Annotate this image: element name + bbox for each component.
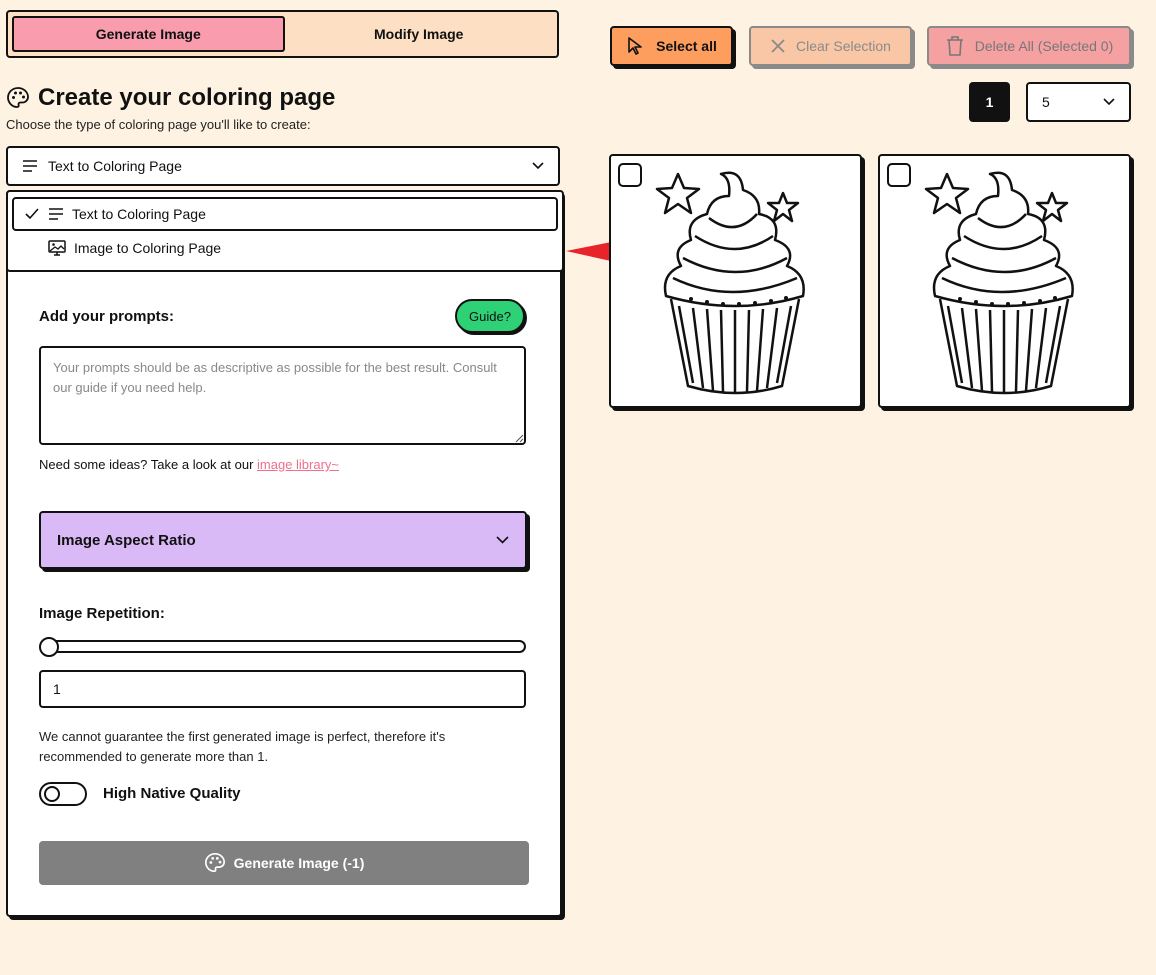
resize-handle-icon[interactable] [514,433,524,443]
menu-item-label: Image to Coloring Page [74,240,222,256]
current-page-button[interactable]: 1 [969,82,1010,122]
lines-icon [23,160,37,172]
image-monitor-icon [48,240,66,256]
ideas-label: Need some ideas? Take a look at our [39,457,258,472]
repetition-note: We cannot guarantee the first generated … [39,729,446,764]
page-title: Create your coloring page [38,84,336,111]
select-all-label: Select all [656,38,717,54]
coloring-type-value: Text to Coloring Page [48,158,182,174]
lines-icon [49,208,63,220]
high-quality-toggle[interactable] [39,782,87,806]
aspect-ratio-label: Image Aspect Ratio [57,531,196,549]
result-checkbox[interactable] [618,163,642,187]
generate-image-label: Generate Image (-1) [233,855,365,871]
prompt-input[interactable] [39,346,526,445]
palette-icon [7,87,29,108]
page-subtitle: Choose the type of coloring page you'll … [6,117,311,132]
close-icon [771,39,785,53]
coloring-type-select[interactable]: Text to Coloring Page [6,146,560,186]
guide-button[interactable]: Guide? [455,299,525,333]
repetition-slider-track[interactable] [40,640,526,653]
generate-image-button[interactable]: Generate Image (-1) [39,841,529,885]
trash-icon [946,36,963,56]
tab-generate-image[interactable]: Generate Image [12,16,285,52]
ideas-text: Need some ideas? Take a look at our imag… [39,457,339,472]
cursor-icon [628,37,642,55]
prompts-label: Add your prompts: [39,308,174,325]
menu-item-label: Text to Coloring Page [72,206,206,222]
menu-item-image-to-coloring[interactable]: Image to Coloring Page [12,231,558,265]
image-library-link[interactable]: image library~ [257,457,339,472]
check-icon [25,208,39,220]
mode-tabs: Generate Image Modify Image [6,10,559,58]
repetition-input[interactable] [39,670,526,708]
result-checkbox[interactable] [887,163,911,187]
select-all-button[interactable]: Select all [610,26,733,66]
chevron-down-icon [532,162,544,170]
per-page-select[interactable]: 5 [1026,82,1131,122]
per-page-value: 5 [1042,94,1050,110]
palette-icon [204,853,225,873]
clear-selection-button[interactable]: Clear Selection [749,26,912,66]
result-card[interactable] [878,154,1131,408]
clear-selection-label: Clear Selection [796,38,891,54]
cupcake-image [655,171,805,395]
cupcake-image [924,171,1074,395]
delete-all-button[interactable]: Delete All (Selected 0) [927,26,1131,66]
page-heading: Create your coloring page [6,84,335,112]
chevron-down-icon [1103,98,1115,106]
tab-modify-image[interactable]: Modify Image [285,16,554,52]
delete-all-label: Delete All (Selected 0) [974,38,1114,54]
high-quality-label: High Native Quality [103,785,241,802]
result-card[interactable] [609,154,862,408]
repetition-slider-thumb[interactable] [39,637,59,657]
repetition-label: Image Repetition: [39,605,165,622]
coloring-type-menu: Text to Coloring Page Image to Coloring … [6,190,564,272]
menu-item-text-to-coloring[interactable]: Text to Coloring Page [12,197,558,231]
aspect-ratio-accordion[interactable]: Image Aspect Ratio [39,511,527,569]
chevron-down-icon [496,536,509,544]
